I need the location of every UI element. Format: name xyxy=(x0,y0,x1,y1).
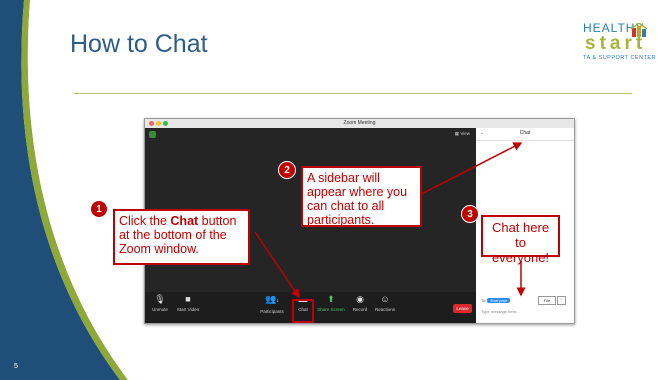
recipient-dropdown[interactable]: Everyone xyxy=(487,298,511,303)
share-screen-label: Share Screen xyxy=(317,307,345,312)
title-divider xyxy=(74,93,632,94)
security-shield-icon[interactable] xyxy=(149,131,156,138)
view-button[interactable]: ▦ View xyxy=(455,131,470,137)
chat-button-highlight xyxy=(292,299,314,323)
slide: How to Chat HEALTHY start TA & SUPPORT C… xyxy=(0,0,667,380)
participants-count: 1 xyxy=(276,298,279,303)
logo-line-3: TA & SUPPORT CENTER xyxy=(583,55,657,61)
step-1-text-bold: Chat xyxy=(170,214,199,228)
chat-recipient-row: To: Everyone xyxy=(481,298,511,303)
share-screen-icon: ⬆ xyxy=(327,294,335,304)
step-2-callout: A sidebar will appear where you can chat… xyxy=(301,166,422,227)
unmute-button[interactable]: 🎙 Unmute xyxy=(151,294,169,312)
chat-header: Chat xyxy=(519,130,531,136)
step-3-badge: 3 xyxy=(461,205,479,223)
reactions-button[interactable]: ☺ Reactions xyxy=(373,294,397,312)
zoom-window-title: Zoom Meeting xyxy=(343,120,376,126)
chat-message-input[interactable]: Type message here... xyxy=(481,309,519,314)
record-label: Record xyxy=(352,307,368,312)
reactions-icon: ☺ xyxy=(380,294,390,304)
video-camera-icon: ■ xyxy=(185,294,191,304)
start-video-button[interactable]: ■ Start Video xyxy=(175,294,201,312)
participants-icon: 👥1 xyxy=(265,294,279,304)
logo-line-2: start xyxy=(585,33,647,54)
share-screen-button[interactable]: ⬆ Share Screen xyxy=(316,294,346,312)
participants-button[interactable]: 👥1 Participants xyxy=(257,294,287,314)
step-3-callout: Chat here to everyone! xyxy=(481,215,560,265)
to-label: To: xyxy=(481,298,487,303)
step-1-badge: 1 xyxy=(90,200,108,218)
unmute-label: Unmute xyxy=(152,307,168,312)
healthy-start-logo: HEALTHY start TA & SUPPORT CENTER xyxy=(583,21,661,63)
step-1-text-before: Click the xyxy=(119,214,171,228)
record-button[interactable]: ◉ Record xyxy=(351,294,369,312)
record-icon: ◉ xyxy=(356,294,364,304)
start-video-label: Start Video xyxy=(176,307,200,312)
reactions-label: Reactions xyxy=(374,307,395,312)
more-options-button[interactable]: ··· xyxy=(557,296,566,305)
microphone-muted-icon: 🎙 xyxy=(154,294,166,304)
zoom-titlebar: Zoom Meeting xyxy=(145,119,574,128)
participants-label: Participants xyxy=(260,309,284,314)
step-1-callout: Click the Chat button at the bottom of t… xyxy=(113,209,250,265)
step-2-badge: 2 xyxy=(278,161,296,179)
file-button[interactable]: File xyxy=(538,296,556,305)
leave-button[interactable]: Leave xyxy=(453,304,472,313)
chat-header-divider xyxy=(476,140,574,141)
slide-number: 5 xyxy=(14,363,18,370)
view-label: View xyxy=(460,131,470,136)
page-title: How to Chat xyxy=(70,30,208,58)
